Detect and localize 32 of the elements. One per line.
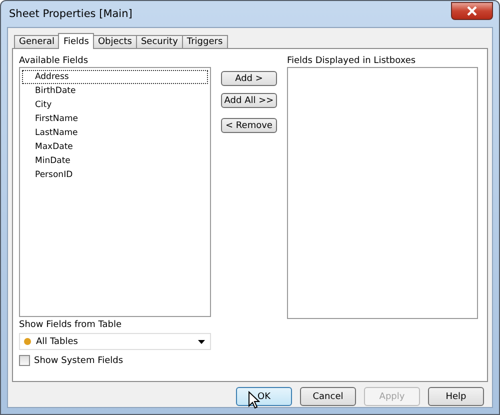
mouse-cursor-icon [248, 391, 260, 409]
dialog-button[interactable]: Help [428, 387, 484, 406]
list-item[interactable]: LastName [22, 126, 208, 140]
tab[interactable]: Security [136, 35, 183, 48]
tab[interactable]: Objects [92, 35, 137, 48]
tab[interactable]: General [14, 35, 60, 48]
list-item[interactable]: BirthDate [22, 84, 208, 98]
list-item[interactable]: City [22, 98, 208, 112]
list-item[interactable]: FirstName [22, 112, 208, 126]
list-item[interactable]: Address [22, 70, 208, 84]
list-item[interactable]: MinDate [22, 154, 208, 168]
list-label: Fields Displayed in Listboxes [287, 55, 417, 67]
move-button[interactable]: Add > [221, 71, 277, 86]
move-button[interactable]: Add All >> [221, 93, 277, 108]
window-title: Sheet Properties [Main] [8, 8, 132, 20]
displayed-fields-list[interactable] [287, 67, 478, 319]
close-button[interactable] [451, 2, 493, 20]
list-label: Available Fields [19, 55, 90, 67]
list-item[interactable]: MaxDate [22, 140, 208, 154]
move-button[interactable]: < Remove [221, 118, 277, 133]
tab[interactable]: Fields [58, 33, 94, 49]
tab[interactable]: Triggers [182, 35, 228, 48]
table-dropdown[interactable]: All Tables [19, 333, 211, 350]
list-item[interactable]: PersonID [22, 168, 208, 182]
close-icon [466, 6, 478, 16]
dropdown-arrow-icon [198, 340, 205, 344]
checkbox-label: Show System Fields [34, 356, 124, 366]
dialog-button[interactable]: Cancel [300, 387, 356, 406]
checkbox[interactable] [19, 355, 30, 366]
dropdown-label: Show Fields from Table [19, 319, 123, 331]
dialog-button[interactable]: OK [236, 387, 292, 406]
available-fields-list[interactable]: Address BirthDate City FirstName LastName MaxDate MinDate PersonID [19, 67, 211, 317]
